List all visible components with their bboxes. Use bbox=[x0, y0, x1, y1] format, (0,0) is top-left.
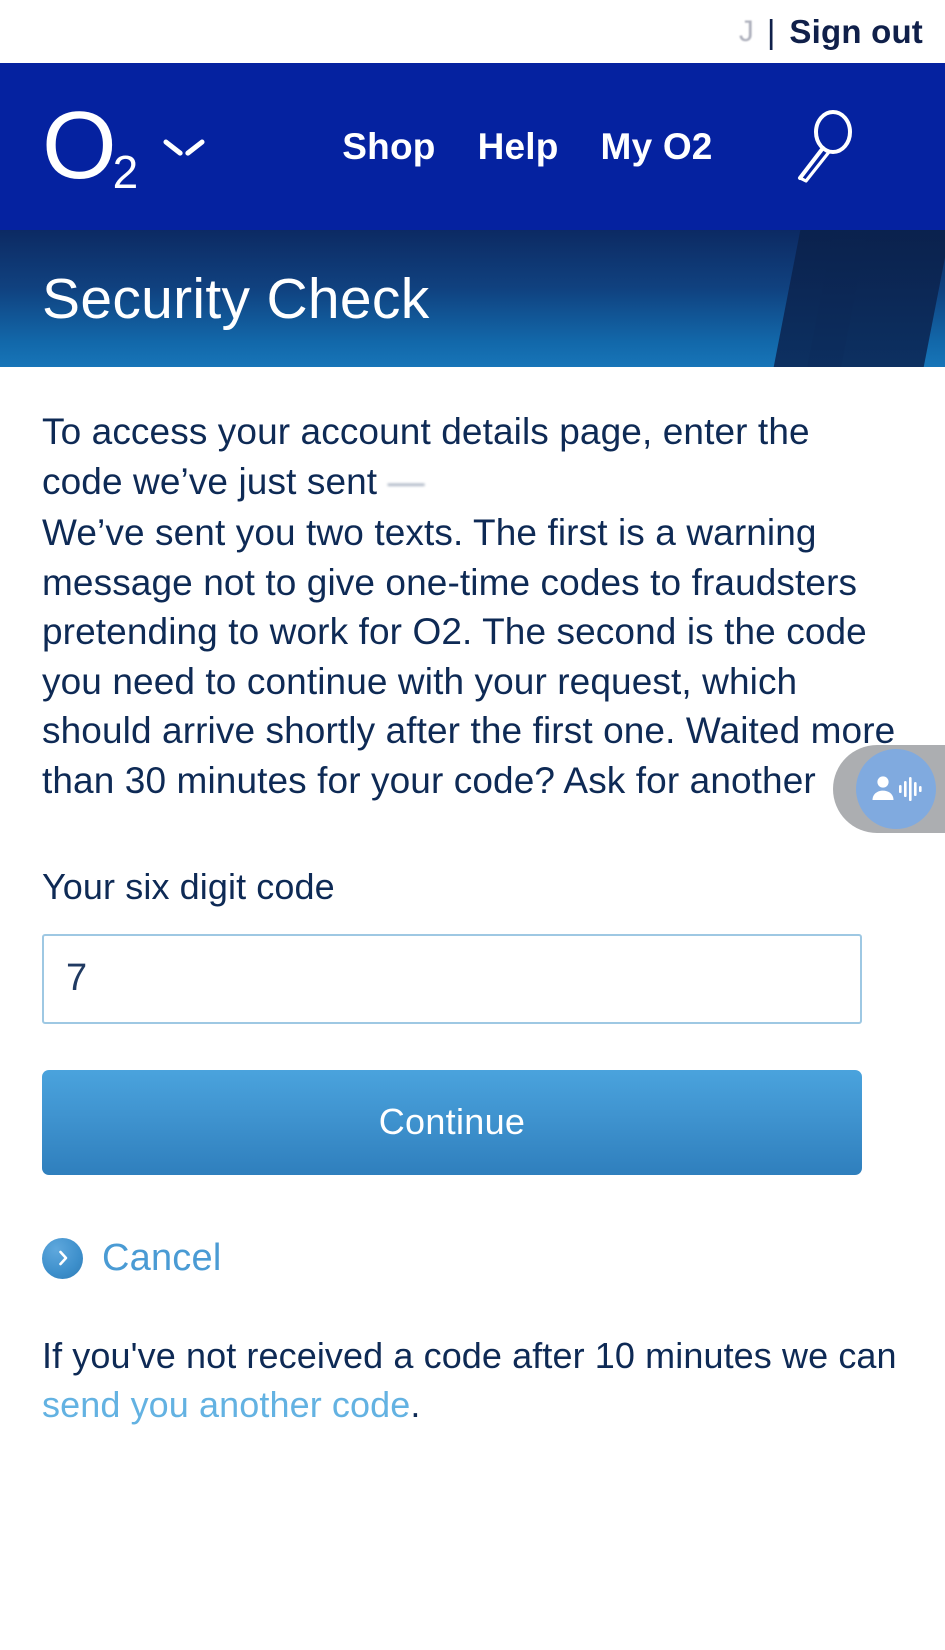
topbar-separator: | bbox=[766, 13, 776, 50]
o2-logo-text: O2 bbox=[42, 98, 138, 196]
search-icon[interactable] bbox=[789, 108, 859, 186]
continue-button[interactable]: Continue bbox=[42, 1069, 862, 1175]
chevron-down-icon[interactable] bbox=[164, 136, 204, 160]
o2-logo[interactable]: O2 bbox=[42, 98, 204, 196]
intro-line-1: To access your account details page, ent… bbox=[42, 411, 810, 452]
page-title: Security Check bbox=[42, 266, 430, 331]
resend-note-text-after: . bbox=[410, 1383, 421, 1425]
intro-text-block: To access your account details page, ent… bbox=[42, 407, 903, 806]
resend-note-text-before: If you've not received a code after 10 m… bbox=[42, 1334, 897, 1376]
code-input-value: 7 bbox=[66, 957, 89, 1000]
banner-accent-stripe bbox=[766, 230, 945, 367]
intro-line-2-text: code we’ve just sent bbox=[42, 460, 378, 502]
main-content: To access your account details page, ent… bbox=[0, 407, 945, 1430]
person-audio-waveform-icon bbox=[856, 749, 936, 829]
chevron-right-circle-icon bbox=[42, 1237, 83, 1279]
code-input[interactable]: 7 bbox=[42, 933, 862, 1024]
o2-logo-subscript: 2 bbox=[112, 146, 139, 199]
cancel-link-label: Cancel bbox=[102, 1236, 222, 1279]
nav-link-help[interactable]: Help bbox=[478, 126, 559, 168]
accessibility-widget[interactable] bbox=[833, 745, 945, 833]
top-utility-bar: J | Sign out bbox=[0, 0, 945, 63]
o2-logo-letter: O bbox=[42, 92, 117, 200]
cancel-link[interactable]: Cancel bbox=[42, 1237, 222, 1280]
primary-navigation-bar: O2 Shop Help My O2 bbox=[0, 63, 945, 230]
resend-code-note: If you've not received a code after 10 m… bbox=[42, 1332, 903, 1430]
code-field-label: Your six digit code bbox=[42, 865, 335, 907]
sign-out-link[interactable]: Sign out bbox=[789, 13, 923, 51]
phone-number-redacted: — bbox=[387, 460, 426, 502]
account-name-redacted: J bbox=[738, 14, 755, 48]
nav-links: Shop Help My O2 bbox=[342, 108, 858, 186]
top-utility-bar-inner: J | Sign out bbox=[739, 13, 923, 51]
page-banner: Security Check bbox=[0, 230, 945, 367]
intro-body-paragraph: We’ve sent you two texts. The first is a… bbox=[42, 512, 896, 802]
nav-link-shop[interactable]: Shop bbox=[342, 126, 435, 168]
intro-line-2: code we’ve just sent — bbox=[42, 457, 903, 507]
nav-link-my-o2[interactable]: My O2 bbox=[601, 126, 713, 168]
send-another-code-link[interactable]: send you another code bbox=[42, 1384, 410, 1425]
